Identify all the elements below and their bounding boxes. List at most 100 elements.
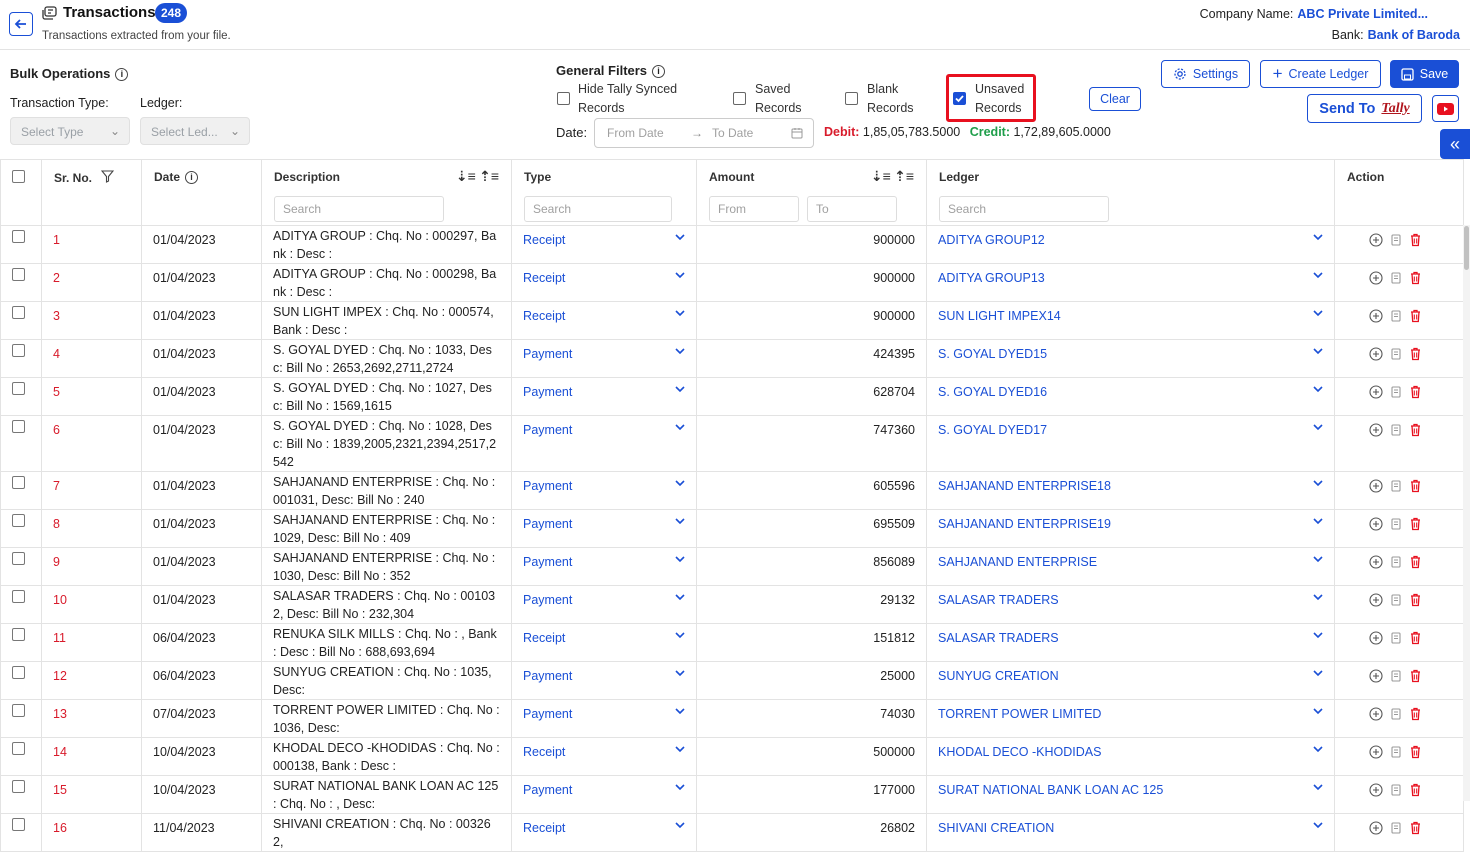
row-type-select[interactable]: Payment <box>511 547 697 586</box>
send-to-tally-button[interactable]: Send To Tally <box>1307 94 1422 123</box>
delete-icon[interactable] <box>1409 631 1422 648</box>
row-ledger-select[interactable]: S. GOYAL DYED16 <box>926 377 1335 416</box>
row-type-select[interactable]: Payment <box>511 415 697 472</box>
row-checkbox[interactable] <box>12 628 25 641</box>
row-type-select[interactable]: Payment <box>511 339 697 378</box>
table-row[interactable]: 9 01/04/2023 SAHJANAND ENTERPRISE : Chq. N… <box>0 547 1464 586</box>
table-row[interactable]: 15 10/04/2023 SURAT NATIONAL BANK LOAN AC … <box>0 775 1464 814</box>
row-checkbox[interactable] <box>12 704 25 717</box>
delete-icon[interactable] <box>1409 233 1422 250</box>
row-ledger-select[interactable]: SURAT NATIONAL BANK LOAN AC 125 <box>926 775 1335 814</box>
table-row[interactable]: 2 01/04/2023 ADITYA GROUP : Chq. No : 0002… <box>0 263 1464 302</box>
info-icon[interactable]: i <box>185 170 199 184</box>
row-checkbox[interactable] <box>12 818 25 831</box>
bank-name[interactable]: Bank of Baroda <box>1368 28 1460 42</box>
copy-icon[interactable] <box>1389 821 1403 838</box>
table-scrollbar-thumb[interactable] <box>1464 226 1469 270</box>
sort-desc-icon[interactable]: ⇣≡ <box>456 168 476 184</box>
transaction-type-select[interactable]: Select Type ⌄ <box>10 117 130 145</box>
back-button[interactable] <box>9 12 33 36</box>
add-icon[interactable] <box>1369 479 1383 496</box>
add-icon[interactable] <box>1369 309 1383 326</box>
table-row[interactable]: 7 01/04/2023 SAHJANAND ENTERPRISE : Chq. N… <box>0 471 1464 510</box>
row-ledger-select[interactable]: SHIVANI CREATION <box>926 813 1335 852</box>
add-icon[interactable] <box>1369 707 1383 724</box>
row-type-select[interactable]: Payment <box>511 699 697 738</box>
row-type-select[interactable]: Payment <box>511 377 697 416</box>
sort-asc-icon[interactable]: ⇡≡ <box>894 168 914 184</box>
row-checkbox[interactable] <box>12 514 25 527</box>
add-icon[interactable] <box>1369 745 1383 762</box>
row-ledger-select[interactable]: SAHJANAND ENTERPRISE19 <box>926 509 1335 548</box>
table-row[interactable]: 5 01/04/2023 S. GOYAL DYED : Chq. No : 102… <box>0 377 1464 416</box>
copy-icon[interactable] <box>1389 233 1403 250</box>
add-icon[interactable] <box>1369 271 1383 288</box>
add-icon[interactable] <box>1369 233 1383 250</box>
add-icon[interactable] <box>1369 555 1383 572</box>
info-icon[interactable]: i <box>115 67 129 81</box>
row-type-select[interactable]: Receipt <box>511 623 697 662</box>
sort-asc-icon[interactable]: ⇡≡ <box>479 168 499 184</box>
youtube-button[interactable] <box>1432 95 1459 122</box>
table-row[interactable]: 16 11/04/2023 SHIVANI CREATION : Chq. No :… <box>0 813 1464 852</box>
delete-icon[interactable] <box>1409 707 1422 724</box>
row-type-select[interactable]: Payment <box>511 661 697 700</box>
copy-icon[interactable] <box>1389 309 1403 326</box>
collapse-panel-button[interactable]: « <box>1440 129 1470 159</box>
row-ledger-select[interactable]: S. GOYAL DYED17 <box>926 415 1335 472</box>
row-checkbox[interactable] <box>12 382 25 395</box>
copy-icon[interactable] <box>1389 631 1403 648</box>
add-icon[interactable] <box>1369 517 1383 534</box>
row-type-select[interactable]: Payment <box>511 509 697 548</box>
copy-icon[interactable] <box>1389 593 1403 610</box>
delete-icon[interactable] <box>1409 593 1422 610</box>
delete-icon[interactable] <box>1409 385 1422 402</box>
copy-icon[interactable] <box>1389 555 1403 572</box>
row-ledger-select[interactable]: SAHJANAND ENTERPRISE18 <box>926 471 1335 510</box>
unsaved-records-checkbox[interactable] <box>953 92 966 105</box>
delete-icon[interactable] <box>1409 423 1422 440</box>
add-icon[interactable] <box>1369 385 1383 402</box>
row-ledger-select[interactable]: ADITYA GROUP12 <box>926 225 1335 264</box>
row-checkbox[interactable] <box>12 476 25 489</box>
add-icon[interactable] <box>1369 631 1383 648</box>
hide-tally-synced-checkbox[interactable] <box>557 92 570 105</box>
delete-icon[interactable] <box>1409 517 1422 534</box>
add-icon[interactable] <box>1369 347 1383 364</box>
row-checkbox[interactable] <box>12 742 25 755</box>
row-ledger-select[interactable]: SAHJANAND ENTERPRISE <box>926 547 1335 586</box>
copy-icon[interactable] <box>1389 423 1403 440</box>
row-ledger-select[interactable]: SUNYUG CREATION <box>926 661 1335 700</box>
table-row[interactable]: 13 07/04/2023 TORRENT POWER LIMITED : Chq.… <box>0 699 1464 738</box>
row-ledger-select[interactable]: SALASAR TRADERS <box>926 585 1335 624</box>
row-ledger-select[interactable]: TORRENT POWER LIMITED <box>926 699 1335 738</box>
add-icon[interactable] <box>1369 593 1383 610</box>
row-type-select[interactable]: Receipt <box>511 263 697 302</box>
delete-icon[interactable] <box>1409 309 1422 326</box>
saved-records-checkbox[interactable] <box>733 92 746 105</box>
delete-icon[interactable] <box>1409 271 1422 288</box>
delete-icon[interactable] <box>1409 555 1422 572</box>
table-row[interactable]: 10 01/04/2023 SALASAR TRADERS : Chq. No : … <box>0 585 1464 624</box>
row-type-select[interactable]: Payment <box>511 775 697 814</box>
row-checkbox[interactable] <box>12 420 25 433</box>
ledger-search-input[interactable]: Search <box>939 196 1109 222</box>
row-ledger-select[interactable]: SUN LIGHT IMPEX14 <box>926 301 1335 340</box>
delete-icon[interactable] <box>1409 479 1422 496</box>
row-type-select[interactable]: Receipt <box>511 301 697 340</box>
table-row[interactable]: 14 10/04/2023 KHODAL DECO -KHODIDAS : Chq.… <box>0 737 1464 776</box>
copy-icon[interactable] <box>1389 707 1403 724</box>
delete-icon[interactable] <box>1409 821 1422 838</box>
settings-button[interactable]: Settings <box>1161 60 1250 88</box>
row-ledger-select[interactable]: SALASAR TRADERS <box>926 623 1335 662</box>
row-checkbox[interactable] <box>12 230 25 243</box>
delete-icon[interactable] <box>1409 347 1422 364</box>
copy-icon[interactable] <box>1389 271 1403 288</box>
amount-to-input[interactable]: To <box>807 196 897 222</box>
table-row[interactable]: 1 01/04/2023 ADITYA GROUP : Chq. No : 0002… <box>0 225 1464 264</box>
row-checkbox[interactable] <box>12 590 25 603</box>
add-icon[interactable] <box>1369 423 1383 440</box>
table-row[interactable]: 6 01/04/2023 S. GOYAL DYED : Chq. No : 102… <box>0 415 1464 472</box>
type-search-input[interactable]: Search <box>524 196 672 222</box>
copy-icon[interactable] <box>1389 517 1403 534</box>
